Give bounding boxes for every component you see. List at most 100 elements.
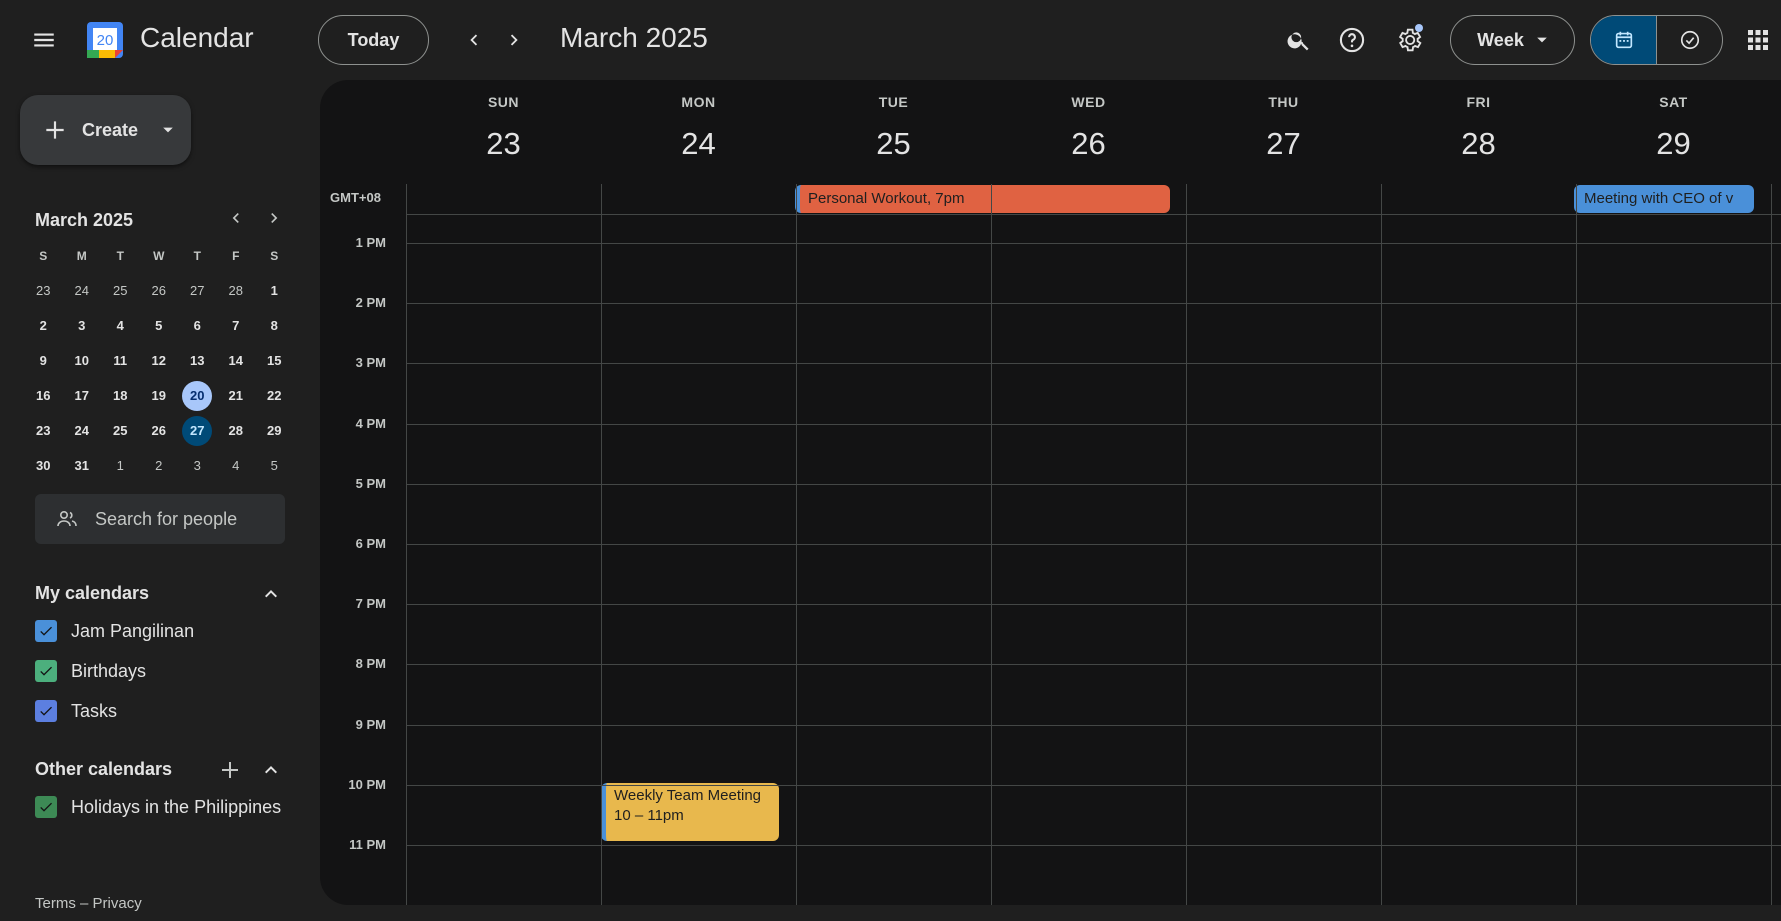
calendar-item[interactable]: Jam Pangilinan xyxy=(35,620,194,642)
view-selector[interactable]: Week xyxy=(1450,15,1575,65)
calendar-item[interactable]: Birthdays xyxy=(35,660,146,682)
checkbox-checked-icon[interactable] xyxy=(35,620,57,642)
mini-day[interactable]: 26 xyxy=(140,273,179,308)
mini-day[interactable]: 8 xyxy=(255,308,294,343)
mini-day[interactable]: 10 xyxy=(63,343,102,378)
mini-day[interactable]: 23 xyxy=(24,273,63,308)
help-button[interactable] xyxy=(1330,18,1374,62)
mini-day[interactable]: 5 xyxy=(255,448,294,483)
mini-day-number: 16 xyxy=(36,388,51,403)
day-header[interactable]: MON 24 xyxy=(601,80,796,186)
day-header[interactable]: THU 27 xyxy=(1186,80,1381,186)
mini-day[interactable]: 5 xyxy=(140,308,179,343)
day-number[interactable]: 27 xyxy=(1186,126,1381,162)
mini-day[interactable]: 25 xyxy=(101,273,140,308)
mini-day-number: 12 xyxy=(151,353,166,368)
mini-day[interactable]: 15 xyxy=(255,343,294,378)
mini-day-number: 2 xyxy=(39,318,47,333)
google-apps-button[interactable] xyxy=(1736,18,1780,62)
mini-day[interactable]: 23 xyxy=(24,413,63,448)
calendar-view-toggle[interactable] xyxy=(1591,16,1657,64)
mini-day[interactable]: 3 xyxy=(178,448,217,483)
mini-day[interactable]: 29 xyxy=(255,413,294,448)
checkbox-checked-icon[interactable] xyxy=(35,700,57,722)
mini-day[interactable]: 1 xyxy=(255,273,294,308)
day-header[interactable]: SAT 29 xyxy=(1576,80,1771,186)
mini-day[interactable]: 16 xyxy=(24,378,63,413)
day-header[interactable]: FRI 28 xyxy=(1381,80,1576,186)
mini-day[interactable]: 27 xyxy=(178,413,217,448)
mini-day[interactable]: 12 xyxy=(140,343,179,378)
checkbox-checked-icon[interactable] xyxy=(35,796,57,818)
other-calendars-collapse-button[interactable] xyxy=(259,758,283,787)
day-header[interactable]: SUN 23 xyxy=(406,80,601,186)
other-calendars-heading[interactable]: Other calendars xyxy=(35,759,172,780)
day-number[interactable]: 29 xyxy=(1576,126,1771,162)
mini-day[interactable]: 7 xyxy=(217,308,256,343)
mini-day-number: 23 xyxy=(36,423,51,438)
checkbox-checked-icon[interactable] xyxy=(35,660,57,682)
hour-label: 5 PM xyxy=(355,475,386,491)
mini-day[interactable]: 24 xyxy=(63,413,102,448)
mini-day[interactable]: 17 xyxy=(63,378,102,413)
mini-day[interactable]: 21 xyxy=(217,378,256,413)
mini-day[interactable]: 28 xyxy=(217,413,256,448)
day-header[interactable]: WED 26 xyxy=(991,80,1186,186)
search-button[interactable] xyxy=(1277,18,1321,62)
previous-week-button[interactable] xyxy=(452,18,496,62)
mini-day[interactable]: 13 xyxy=(178,343,217,378)
mini-day[interactable]: 11 xyxy=(101,343,140,378)
privacy-link[interactable]: Privacy xyxy=(93,895,142,912)
tasks-view-toggle[interactable] xyxy=(1657,16,1722,64)
mini-day[interactable]: 1 xyxy=(101,448,140,483)
event-meeting-with-ceo[interactable]: Meeting with CEO of v xyxy=(1574,185,1754,213)
search-people-field[interactable]: Search for people xyxy=(35,494,285,544)
mini-day[interactable]: 19 xyxy=(140,378,179,413)
mini-day[interactable]: 26 xyxy=(140,413,179,448)
week-view: GMT+08 Personal Workout, 7pm Meeting wit… xyxy=(320,80,1781,905)
mini-day[interactable]: 27 xyxy=(178,273,217,308)
view-label: Week xyxy=(1477,29,1524,50)
mini-day[interactable]: 6 xyxy=(178,308,217,343)
hour-gridline xyxy=(406,604,1781,606)
mini-day[interactable]: 4 xyxy=(101,308,140,343)
event-personal-workout[interactable]: Personal Workout, 7pm xyxy=(795,185,1170,213)
mini-day[interactable]: 2 xyxy=(140,448,179,483)
mini-day[interactable]: 9 xyxy=(24,343,63,378)
my-calendars-heading[interactable]: My calendars xyxy=(35,583,149,604)
day-number[interactable]: 28 xyxy=(1381,126,1576,162)
event-time: 7pm xyxy=(935,190,965,207)
mini-day-number: 13 xyxy=(190,353,205,368)
calendar-logo[interactable]: 20 xyxy=(85,20,125,60)
mini-day[interactable]: 31 xyxy=(63,448,102,483)
mini-day[interactable]: 4 xyxy=(217,448,256,483)
create-button[interactable]: Create xyxy=(20,95,191,165)
day-number[interactable]: 26 xyxy=(991,126,1186,162)
mini-day[interactable]: 24 xyxy=(63,273,102,308)
terms-link[interactable]: Terms xyxy=(35,895,76,912)
mini-prev-month-button[interactable] xyxy=(226,208,246,233)
settings-button[interactable] xyxy=(1387,18,1431,62)
mini-day[interactable]: 3 xyxy=(63,308,102,343)
calendar-item[interactable]: Holidays in the Philippines xyxy=(35,796,281,818)
mini-day[interactable]: 22 xyxy=(255,378,294,413)
add-other-calendar-button[interactable] xyxy=(218,758,242,787)
mini-day[interactable]: 28 xyxy=(217,273,256,308)
day-number[interactable]: 25 xyxy=(796,126,991,162)
day-number[interactable]: 24 xyxy=(601,126,796,162)
mini-day[interactable]: 18 xyxy=(101,378,140,413)
day-header[interactable]: TUE 25 xyxy=(796,80,991,186)
mini-day[interactable]: 14 xyxy=(217,343,256,378)
next-week-button[interactable] xyxy=(492,18,536,62)
mini-day[interactable]: 2 xyxy=(24,308,63,343)
event-weekly-team-meeting[interactable]: Weekly Team Meeting 10 – 11pm xyxy=(601,783,779,841)
mini-day[interactable]: 30 xyxy=(24,448,63,483)
calendar-item[interactable]: Tasks xyxy=(35,700,117,722)
my-calendars-collapse-button[interactable] xyxy=(259,582,283,611)
mini-day[interactable]: 20 xyxy=(178,378,217,413)
mini-next-month-button[interactable] xyxy=(264,208,284,233)
day-number[interactable]: 23 xyxy=(406,126,601,162)
today-button[interactable]: Today xyxy=(318,15,429,65)
main-menu-button[interactable] xyxy=(22,18,66,62)
mini-day[interactable]: 25 xyxy=(101,413,140,448)
